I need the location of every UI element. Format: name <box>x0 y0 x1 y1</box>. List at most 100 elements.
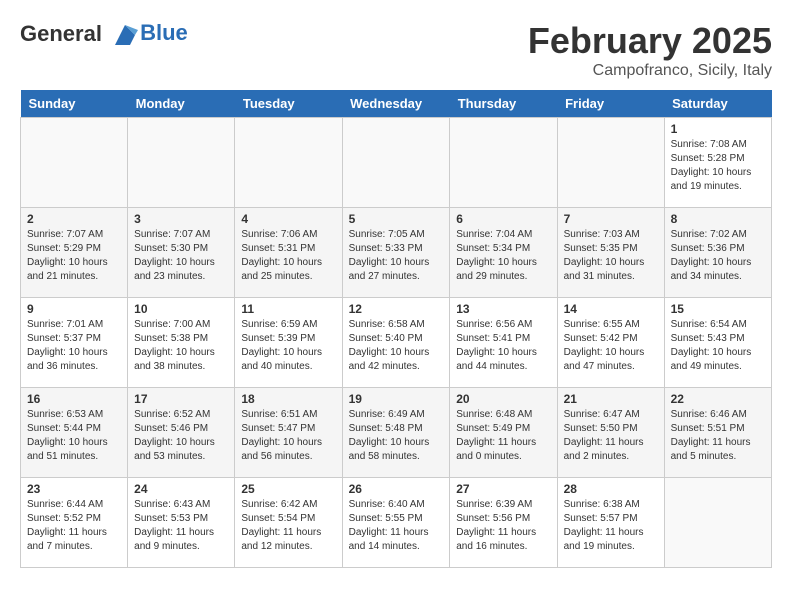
day-number: 20 <box>456 392 550 406</box>
day-cell <box>342 118 450 208</box>
day-number: 12 <box>349 302 444 316</box>
day-cell: 17 Sunrise: 6:52 AM Sunset: 5:46 PM Dayli… <box>128 388 235 478</box>
day-info: Sunrise: 7:05 AM Sunset: 5:33 PM Dayligh… <box>349 228 444 284</box>
week-row-3: 9Sunrise: 7:01 AM Sunset: 5:37 PM Daylig… <box>21 298 772 388</box>
day-cell <box>21 118 128 208</box>
day-number: 3 <box>134 212 228 226</box>
day-cell: 9Sunrise: 7:01 AM Sunset: 5:37 PM Daylig… <box>21 298 128 388</box>
month-title: February 2025 <box>528 20 772 62</box>
day-number: 17 <box>134 392 228 406</box>
day-info: Sunrise: 6:58 AM Sunset: 5:40 PM Dayligh… <box>349 318 444 374</box>
day-cell: 12 Sunrise: 6:58 AM Sunset: 5:40 PM Dayli… <box>342 298 450 388</box>
day-info: Sunrise: 6:42 AM Sunset: 5:54 PM Dayligh… <box>241 498 335 554</box>
day-info: Sunrise: 7:00 AM Sunset: 5:38 PM Dayligh… <box>134 318 228 374</box>
day-cell: 5 Sunrise: 7:05 AM Sunset: 5:33 PM Daylig… <box>342 208 450 298</box>
day-number: 27 <box>456 482 550 496</box>
day-cell: 10 Sunrise: 7:00 AM Sunset: 5:38 PM Dayli… <box>128 298 235 388</box>
day-number: 7 <box>564 212 658 226</box>
day-number: 28 <box>564 482 658 496</box>
day-cell <box>557 118 664 208</box>
day-cell: 19 Sunrise: 6:49 AM Sunset: 5:48 PM Dayli… <box>342 388 450 478</box>
day-number: 24 <box>134 482 228 496</box>
day-info: Sunrise: 7:07 AM Sunset: 5:29 PM Dayligh… <box>27 228 121 284</box>
day-cell: 28 Sunrise: 6:38 AM Sunset: 5:57 PM Dayli… <box>557 478 664 568</box>
day-number: 5 <box>349 212 444 226</box>
day-info: Sunrise: 7:08 AM Sunset: 5:28 PM Dayligh… <box>671 138 765 194</box>
day-info: Sunrise: 6:40 AM Sunset: 5:55 PM Dayligh… <box>349 498 444 554</box>
day-number: 11 <box>241 302 335 316</box>
day-cell <box>128 118 235 208</box>
day-cell: 8 Sunrise: 7:02 AM Sunset: 5:36 PM Daylig… <box>664 208 771 298</box>
weekday-header-thursday: Thursday <box>450 90 557 118</box>
day-number: 8 <box>671 212 765 226</box>
day-cell: 6 Sunrise: 7:04 AM Sunset: 5:34 PM Daylig… <box>450 208 557 298</box>
day-info: Sunrise: 7:02 AM Sunset: 5:36 PM Dayligh… <box>671 228 765 284</box>
day-cell: 13 Sunrise: 6:56 AM Sunset: 5:41 PM Dayli… <box>450 298 557 388</box>
day-number: 14 <box>564 302 658 316</box>
weekday-header-saturday: Saturday <box>664 90 771 118</box>
day-cell: 2 Sunrise: 7:07 AM Sunset: 5:29 PM Daylig… <box>21 208 128 298</box>
day-number: 10 <box>134 302 228 316</box>
day-info: Sunrise: 7:03 AM Sunset: 5:35 PM Dayligh… <box>564 228 658 284</box>
day-info: Sunrise: 6:56 AM Sunset: 5:41 PM Dayligh… <box>456 318 550 374</box>
day-cell: 18 Sunrise: 6:51 AM Sunset: 5:47 PM Dayli… <box>235 388 342 478</box>
week-row-1: 1 Sunrise: 7:08 AM Sunset: 5:28 PM Daylig… <box>21 118 772 208</box>
day-info: Sunrise: 6:43 AM Sunset: 5:53 PM Dayligh… <box>134 498 228 554</box>
day-cell: 23 Sunrise: 6:44 AM Sunset: 5:52 PM Dayli… <box>21 478 128 568</box>
day-number: 15 <box>671 302 765 316</box>
day-cell: 11 Sunrise: 6:59 AM Sunset: 5:39 PM Dayli… <box>235 298 342 388</box>
logo-icon <box>110 20 140 50</box>
logo: General Blue <box>20 20 188 50</box>
day-cell: 7 Sunrise: 7:03 AM Sunset: 5:35 PM Daylig… <box>557 208 664 298</box>
day-info: Sunrise: 6:55 AM Sunset: 5:42 PM Dayligh… <box>564 318 658 374</box>
title-area: February 2025 Campofranco, Sicily, Italy <box>528 20 772 80</box>
day-info: Sunrise: 6:59 AM Sunset: 5:39 PM Dayligh… <box>241 318 335 374</box>
day-number: 9 <box>27 302 121 316</box>
day-info: Sunrise: 6:49 AM Sunset: 5:48 PM Dayligh… <box>349 408 444 464</box>
week-row-5: 23 Sunrise: 6:44 AM Sunset: 5:52 PM Dayli… <box>21 478 772 568</box>
weekday-header-tuesday: Tuesday <box>235 90 342 118</box>
day-info: Sunrise: 6:39 AM Sunset: 5:56 PM Dayligh… <box>456 498 550 554</box>
week-row-2: 2 Sunrise: 7:07 AM Sunset: 5:29 PM Daylig… <box>21 208 772 298</box>
day-number: 25 <box>241 482 335 496</box>
day-cell: 27 Sunrise: 6:39 AM Sunset: 5:56 PM Dayli… <box>450 478 557 568</box>
day-info: Sunrise: 6:47 AM Sunset: 5:50 PM Dayligh… <box>564 408 658 464</box>
day-cell: 14 Sunrise: 6:55 AM Sunset: 5:42 PM Dayli… <box>557 298 664 388</box>
day-number: 1 <box>671 122 765 136</box>
day-cell <box>664 478 771 568</box>
day-cell: 21 Sunrise: 6:47 AM Sunset: 5:50 PM Dayli… <box>557 388 664 478</box>
weekday-header-monday: Monday <box>128 90 235 118</box>
day-cell: 24 Sunrise: 6:43 AM Sunset: 5:53 PM Dayli… <box>128 478 235 568</box>
day-cell: 3 Sunrise: 7:07 AM Sunset: 5:30 PM Daylig… <box>128 208 235 298</box>
day-number: 19 <box>349 392 444 406</box>
day-number: 13 <box>456 302 550 316</box>
day-info: Sunrise: 6:53 AM Sunset: 5:44 PM Dayligh… <box>27 408 121 464</box>
logo-general: General <box>20 21 102 46</box>
day-number: 18 <box>241 392 335 406</box>
day-cell: 26Sunrise: 6:40 AM Sunset: 5:55 PM Dayli… <box>342 478 450 568</box>
day-number: 16 <box>27 392 121 406</box>
day-info: Sunrise: 6:51 AM Sunset: 5:47 PM Dayligh… <box>241 408 335 464</box>
day-info: Sunrise: 7:06 AM Sunset: 5:31 PM Dayligh… <box>241 228 335 284</box>
day-info: Sunrise: 6:52 AM Sunset: 5:46 PM Dayligh… <box>134 408 228 464</box>
day-cell: 16 Sunrise: 6:53 AM Sunset: 5:44 PM Dayli… <box>21 388 128 478</box>
day-number: 2 <box>27 212 121 226</box>
weekday-header-wednesday: Wednesday <box>342 90 450 118</box>
day-number: 23 <box>27 482 121 496</box>
weekday-header-friday: Friday <box>557 90 664 118</box>
day-cell: 15 Sunrise: 6:54 AM Sunset: 5:43 PM Dayli… <box>664 298 771 388</box>
day-cell: 4Sunrise: 7:06 AM Sunset: 5:31 PM Daylig… <box>235 208 342 298</box>
day-number: 22 <box>671 392 765 406</box>
day-info: Sunrise: 6:54 AM Sunset: 5:43 PM Dayligh… <box>671 318 765 374</box>
day-cell <box>450 118 557 208</box>
day-info: Sunrise: 7:07 AM Sunset: 5:30 PM Dayligh… <box>134 228 228 284</box>
day-cell: 20Sunrise: 6:48 AM Sunset: 5:49 PM Dayli… <box>450 388 557 478</box>
day-info: Sunrise: 6:44 AM Sunset: 5:52 PM Dayligh… <box>27 498 121 554</box>
day-info: Sunrise: 7:04 AM Sunset: 5:34 PM Dayligh… <box>456 228 550 284</box>
location-title: Campofranco, Sicily, Italy <box>528 62 772 80</box>
day-info: Sunrise: 6:38 AM Sunset: 5:57 PM Dayligh… <box>564 498 658 554</box>
header: General Blue February 2025 Campofranco, … <box>20 20 772 80</box>
day-number: 21 <box>564 392 658 406</box>
day-number: 6 <box>456 212 550 226</box>
weekday-header-sunday: Sunday <box>21 90 128 118</box>
